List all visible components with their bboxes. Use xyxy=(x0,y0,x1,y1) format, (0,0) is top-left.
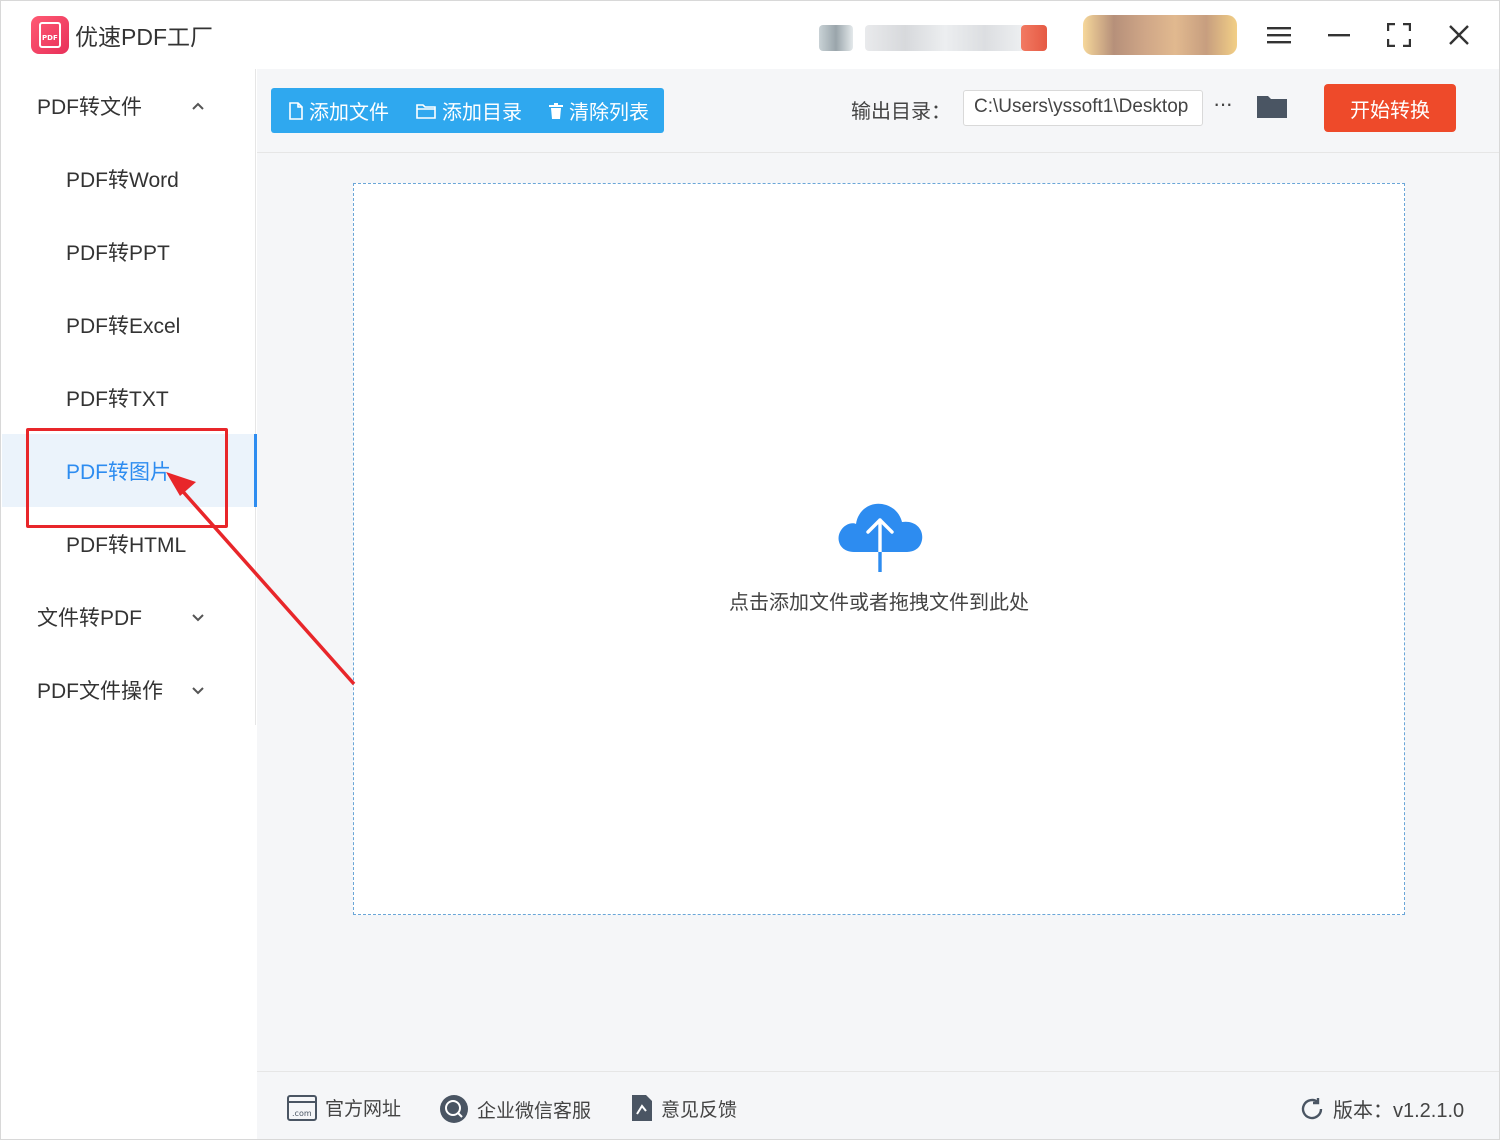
file-drop-zone[interactable]: 点击添加文件或者拖拽文件到此处 xyxy=(353,183,1405,915)
minimize-icon[interactable] xyxy=(1321,17,1357,53)
sidebar-item-pdf-to-txt[interactable]: PDF转TXT xyxy=(2,361,256,434)
sidebar-group-file-to-pdf[interactable]: 文件转PDF xyxy=(2,580,256,653)
svg-text:.com: .com xyxy=(292,1109,312,1118)
menu-icon[interactable] xyxy=(1261,17,1297,53)
app-logo-icon: PDF xyxy=(31,16,69,54)
add-file-button[interactable]: 添加文件 xyxy=(289,88,389,133)
sidebar-group-pdf-operations[interactable]: PDF文件操作 xyxy=(2,653,256,726)
trash-icon xyxy=(549,102,563,119)
sidebar-item-pdf-to-excel[interactable]: PDF转Excel xyxy=(2,288,256,361)
version-info[interactable]: 版本：v1.2.1.0 xyxy=(1299,1094,1464,1123)
refresh-icon xyxy=(1301,1097,1323,1119)
official-site-link[interactable]: .com 官方网址 xyxy=(287,1094,401,1121)
sidebar: PDF转文件 PDF转Word PDF转PPT PDF转Excel PDF转TX… xyxy=(2,69,257,726)
blurred-badge xyxy=(1021,25,1047,51)
sidebar-item-pdf-to-word[interactable]: PDF转Word xyxy=(2,142,256,215)
toolbar: 添加文件 添加目录 清除列表 输出目录： C:\Users\yssoft1\De… xyxy=(257,69,1499,153)
output-dir-label: 输出目录： xyxy=(851,101,951,123)
maximize-icon[interactable] xyxy=(1381,17,1417,53)
wechat-support-link[interactable]: 企业微信客服 xyxy=(439,1094,591,1124)
chat-icon xyxy=(440,1095,468,1123)
sidebar-group-pdf-to-file[interactable]: PDF转文件 xyxy=(2,69,256,142)
drop-zone-hint: 点击添加文件或者拖拽文件到此处 xyxy=(729,592,1029,614)
sidebar-item-pdf-to-ppt[interactable]: PDF转PPT xyxy=(2,215,256,288)
chevron-down-icon xyxy=(192,687,204,695)
file-action-group: 添加文件 添加目录 清除列表 xyxy=(271,88,664,133)
feedback-icon xyxy=(632,1095,652,1121)
folder-icon[interactable] xyxy=(1257,93,1289,121)
clear-list-button[interactable]: 清除列表 xyxy=(549,88,649,133)
title-bar: PDF 优速PDF工厂 xyxy=(1,1,1499,69)
app-window: PDF 优速PDF工厂 PDF转文件 PDF转Word PDF转PPT PDF转… xyxy=(0,0,1500,1140)
blurred-avatar xyxy=(819,25,853,51)
chevron-up-icon xyxy=(192,102,204,110)
main-panel: 添加文件 添加目录 清除列表 输出目录： C:\Users\yssoft1\De… xyxy=(257,69,1499,1071)
start-convert-button[interactable]: 开始转换 xyxy=(1324,84,1456,132)
blurred-user-info xyxy=(865,25,1025,51)
blurred-vip-banner[interactable] xyxy=(1083,15,1237,55)
output-dir-field[interactable]: C:\Users\yssoft1\Desktop xyxy=(963,90,1203,126)
footer: .com 官方网址 企业微信客服 意见反馈 版本：v1.2.1.0 xyxy=(257,1071,1499,1139)
close-icon[interactable] xyxy=(1441,17,1477,53)
cloud-upload-icon xyxy=(838,503,923,574)
folder-outline-icon xyxy=(416,103,436,119)
feedback-link[interactable]: 意见反馈 xyxy=(631,1094,737,1122)
website-icon: .com xyxy=(287,1094,317,1121)
more-options-button[interactable]: ··· xyxy=(1213,91,1241,123)
add-folder-button[interactable]: 添加目录 xyxy=(416,88,522,133)
annotation-highlight-box xyxy=(26,428,228,528)
app-title: 优速PDF工厂 xyxy=(75,24,213,50)
file-icon xyxy=(289,101,303,120)
chevron-down-icon xyxy=(192,614,204,622)
